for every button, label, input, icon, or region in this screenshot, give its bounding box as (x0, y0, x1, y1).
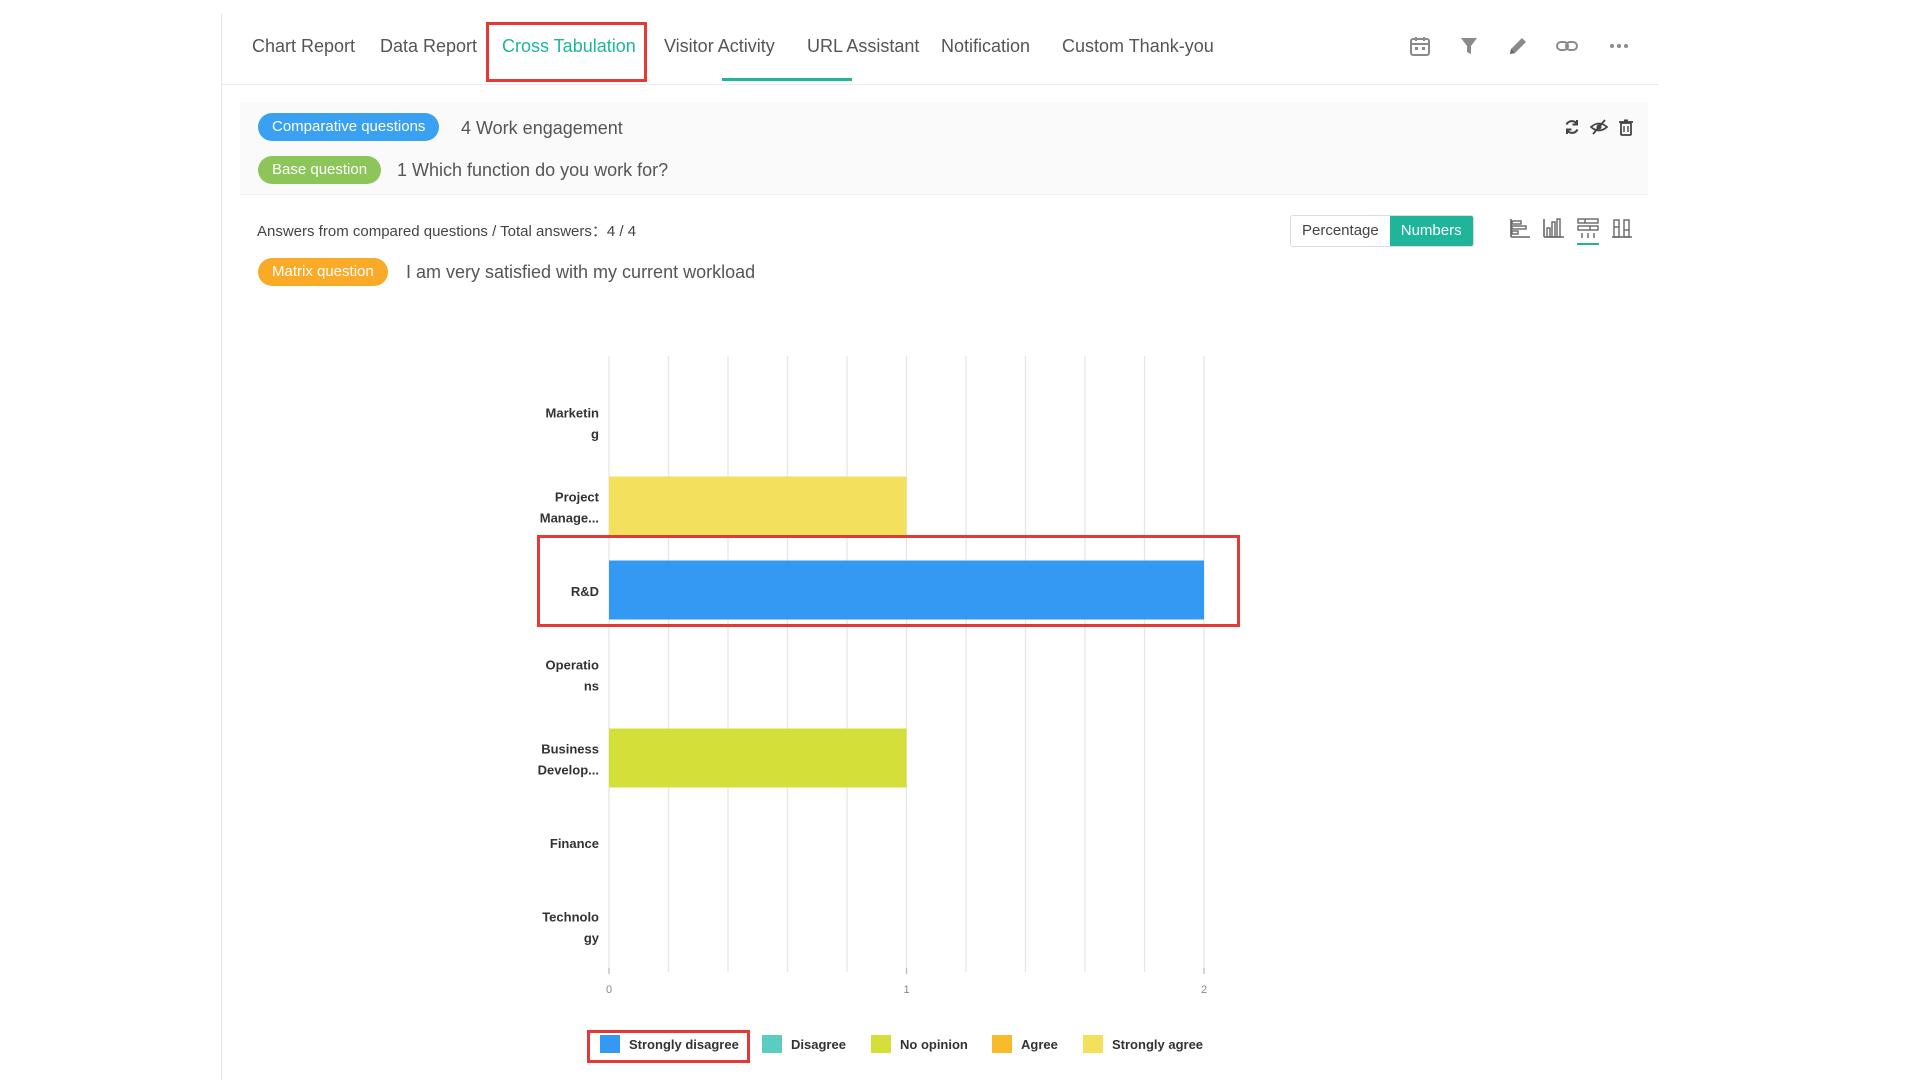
category-label-line: ns (584, 679, 599, 694)
bar-strongly-agree[interactable] (609, 476, 907, 536)
legend-item-disagree[interactable]: Disagree (762, 1034, 846, 1054)
category-label-line: Finance (550, 836, 599, 851)
category-label: Operatio ns (546, 658, 600, 694)
legend-label: Strongly disagree (629, 1036, 739, 1052)
legend-swatch (1083, 1035, 1103, 1053)
legend-item-agree[interactable]: Agree (992, 1034, 1058, 1054)
legend-label: No opinion (900, 1036, 968, 1052)
legend-swatch (992, 1035, 1012, 1053)
category-label-line: Operatio (546, 658, 600, 673)
legend-label: Disagree (791, 1036, 846, 1052)
category-label-line: g (591, 427, 599, 442)
stacked-bar-chart: Marketin g Project Manage... R&D Operatio ns Bu… (538, 356, 1207, 996)
bar-strongly-disagree[interactable] (609, 560, 1204, 620)
chart-container: Marketin g Project Manage... R&D Operatio ns Bu… (0, 0, 1920, 1080)
x-tick-label: 2 (1201, 984, 1207, 996)
category-label: R&D (571, 584, 599, 599)
legend-swatch (762, 1035, 782, 1053)
legend-label: Strongly agree (1112, 1036, 1204, 1052)
legend-item-strongly-agree[interactable]: Strongly agree (1083, 1034, 1203, 1054)
grid-layer (608, 356, 1205, 972)
category-label-line: gy (584, 931, 600, 946)
category-label: Technolo gy (542, 910, 600, 946)
category-label-line: Marketin (546, 406, 600, 421)
category-label-line: Manage... (540, 511, 599, 526)
legend-item-no-opinion[interactable]: No opinion (871, 1034, 968, 1054)
label-layer: Marketin g Project Manage... R&D Operatio ns Bu… (538, 406, 600, 946)
tick-layer: 0 1 2 (606, 968, 1207, 996)
category-label-line: R&D (571, 584, 599, 599)
cross-tabulation-page: Chart Report Data Report Cross Tabulatio… (0, 0, 1920, 1080)
bar-no-opinion[interactable] (609, 728, 907, 788)
category-label: Finance (550, 836, 599, 851)
category-label-line: Develop... (538, 763, 599, 778)
category-label-line: Technolo (542, 910, 599, 925)
category-label-line: Business (541, 742, 599, 757)
legend-label: Agree (1021, 1036, 1058, 1052)
category-label: Marketin g (546, 406, 600, 442)
legend-item-strongly-disagree[interactable]: Strongly disagree (600, 1034, 739, 1054)
category-label: Business Develop... (538, 742, 599, 778)
x-tick-label: 1 (903, 984, 909, 996)
legend-swatch (600, 1035, 620, 1053)
legend-swatch (871, 1035, 891, 1053)
x-tick-label: 0 (606, 984, 612, 996)
category-label: Project Manage... (540, 490, 600, 526)
category-label-line: Project (555, 490, 600, 505)
